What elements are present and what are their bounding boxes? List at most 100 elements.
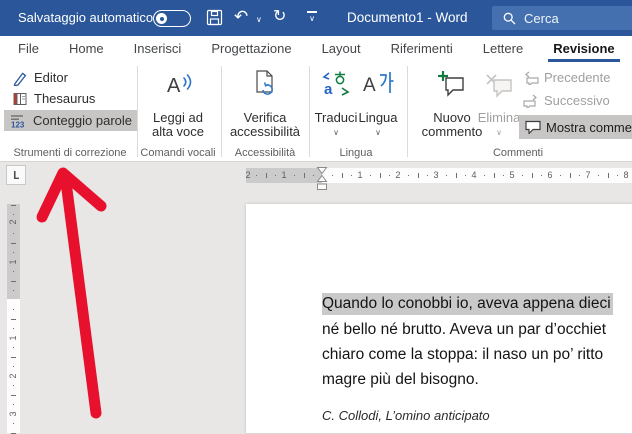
- tab-stop-selector[interactable]: L: [6, 165, 26, 185]
- group-label-accessibility: Accessibilità: [234, 147, 296, 159]
- previous-comment-icon: [523, 71, 539, 85]
- show-comments-button[interactable]: Mostra commen: [519, 115, 632, 139]
- vertical-ruler[interactable]: 2 1 1 2 3: [7, 204, 20, 434]
- ruler-number: 3: [433, 170, 439, 180]
- paragraph-line[interactable]: Quando lo conobbi io, aveva appena dieci: [322, 293, 613, 315]
- group-label-voice: Comandi vocali: [140, 147, 216, 159]
- search-icon: [503, 12, 516, 25]
- paragraph-line[interactable]: magre più del bisogno.: [322, 371, 479, 389]
- undo-dropdown-chevron-icon[interactable]: ∨: [256, 15, 262, 24]
- svg-text:A: A: [363, 75, 376, 96]
- paragraph-line[interactable]: né bello né brutto. Aveva un par d’occhi…: [322, 321, 606, 339]
- read-aloud-label-1: Leggi ad: [153, 110, 203, 125]
- delete-comment-icon: [474, 73, 524, 99]
- ruler-number: 5: [509, 170, 515, 180]
- tab-riferimenti[interactable]: Riferimenti: [391, 36, 453, 62]
- workspace: L 2 1 1 2 3 4 5 6 7 8 2 1 1 2 3 Quando l…: [0, 162, 632, 434]
- translate-dropdown-chevron-icon[interactable]: ∨: [314, 128, 358, 137]
- ruler-number: 6: [547, 170, 553, 180]
- ruler-number: 1: [357, 170, 363, 180]
- svg-text:A: A: [167, 75, 181, 97]
- document-title: Documento1 - Word: [347, 10, 468, 25]
- language-icon: A: [357, 69, 399, 97]
- delete-dropdown-chevron-icon[interactable]: ∨: [474, 128, 524, 137]
- ribbon-tab-row: File Home Inserisci Progettazione Layout…: [0, 36, 632, 62]
- word-count-button[interactable]: 123 Conteggio parole: [4, 110, 139, 131]
- group-separator: [407, 66, 408, 157]
- check-accessibility-label-2: accessibilità: [229, 124, 301, 139]
- delete-comment-label: Elimina: [477, 110, 521, 125]
- delete-comment-button[interactable]: Elimina ∨: [474, 64, 524, 142]
- tab-revisione[interactable]: Revisione: [548, 36, 621, 62]
- language-button[interactable]: A Lingua ∨: [357, 64, 399, 142]
- tab-lettere[interactable]: Lettere: [483, 36, 523, 62]
- previous-comment-label: Precedente: [544, 70, 611, 85]
- ruler-number: 1: [8, 259, 18, 265]
- check-accessibility-label-1: Verifica: [243, 110, 287, 125]
- next-comment-button[interactable]: Successivo: [523, 93, 610, 108]
- group-separator: [221, 66, 222, 157]
- ruler-number: 8: [623, 170, 629, 180]
- tab-home[interactable]: Home: [69, 36, 104, 62]
- group-separator: [309, 66, 310, 157]
- tab-file[interactable]: File: [18, 36, 39, 62]
- group-label-proofing: Strumenti di correzione: [13, 147, 127, 159]
- quick-access-chevron-icon[interactable]: ∨: [306, 11, 318, 23]
- tab-inserisci[interactable]: Inserisci: [134, 36, 182, 62]
- document-page[interactable]: Quando lo conobbi io, aveva appena dieci…: [246, 204, 632, 433]
- editor-pen-icon: [12, 70, 28, 86]
- indent-markers[interactable]: [315, 167, 329, 192]
- tab-layout[interactable]: Layout: [322, 36, 361, 62]
- translate-label: Traduci: [314, 110, 358, 125]
- editor-label: Editor: [34, 70, 68, 85]
- accessibility-check-icon: [227, 69, 303, 99]
- undo-icon[interactable]: ↶: [234, 8, 248, 25]
- title-bar: Salvataggio automatico ↶ ∨ ↻ ∨ Documento…: [0, 0, 632, 36]
- ruler-number: 4: [471, 170, 477, 180]
- read-aloud-button[interactable]: A Leggi ad alta voce: [142, 64, 214, 142]
- thesaurus-label: Thesaurus: [34, 91, 96, 106]
- horizontal-ruler[interactable]: 2 1 1 2 3 4 5 6 7 8: [245, 167, 632, 190]
- read-aloud-label-2: alta voce: [151, 124, 205, 139]
- word-window: Salvataggio automatico ↶ ∨ ↻ ∨ Documento…: [0, 0, 632, 434]
- check-accessibility-button[interactable]: Verifica accessibilità: [227, 64, 303, 142]
- citation-line[interactable]: C. Collodi, L’omino anticipato: [322, 408, 490, 423]
- word-count-icon: 123: [10, 113, 27, 129]
- group-label-language: Lingua: [339, 147, 373, 159]
- thesaurus-button[interactable]: Thesaurus: [6, 88, 101, 109]
- group-separator: [137, 66, 138, 157]
- ribbon: Editor Thesaurus 123 Conteggio parole St…: [0, 62, 632, 162]
- next-comment-label: Successivo: [544, 93, 610, 108]
- search-label: Cerca: [524, 10, 559, 26]
- word-count-label: Conteggio parole: [33, 113, 133, 128]
- next-comment-icon: [523, 94, 539, 108]
- show-comments-icon: [525, 120, 541, 134]
- selected-text: Quando lo conobbi io, aveva appena dieci: [322, 293, 613, 315]
- redo-icon[interactable]: ↻: [273, 8, 286, 25]
- tab-progettazione[interactable]: Progettazione: [211, 36, 291, 62]
- translate-button[interactable]: a Traduci ∨: [314, 64, 358, 142]
- ruler-number: 2: [395, 170, 401, 180]
- ruler-number: 2: [8, 219, 18, 225]
- show-comments-label: Mostra commen: [546, 119, 632, 135]
- ruler-number: 7: [585, 170, 591, 180]
- translate-icon: a: [314, 69, 358, 99]
- autosave-toggle-knob: [156, 13, 167, 24]
- thesaurus-book-icon: [12, 91, 28, 107]
- autosave-toggle[interactable]: [153, 10, 191, 27]
- ruler-number: 3: [8, 411, 18, 417]
- svg-text:123: 123: [11, 120, 25, 129]
- save-icon[interactable]: [206, 9, 223, 26]
- previous-comment-button[interactable]: Precedente: [523, 70, 611, 85]
- ruler-number: 1: [8, 335, 18, 341]
- search-box[interactable]: Cerca: [492, 6, 632, 30]
- paragraph-line[interactable]: chiaro come la stoppa: il naso un po’ ri…: [322, 346, 603, 364]
- ruler-number: 1: [281, 170, 287, 180]
- ruler-number: 2: [8, 373, 18, 379]
- language-dropdown-chevron-icon[interactable]: ∨: [357, 128, 399, 137]
- editor-button[interactable]: Editor: [6, 67, 74, 88]
- read-aloud-icon: A: [142, 69, 214, 99]
- language-label: Lingua: [358, 110, 398, 125]
- ruler-number: 2: [245, 170, 251, 180]
- autosave-label: Salvataggio automatico: [18, 10, 154, 25]
